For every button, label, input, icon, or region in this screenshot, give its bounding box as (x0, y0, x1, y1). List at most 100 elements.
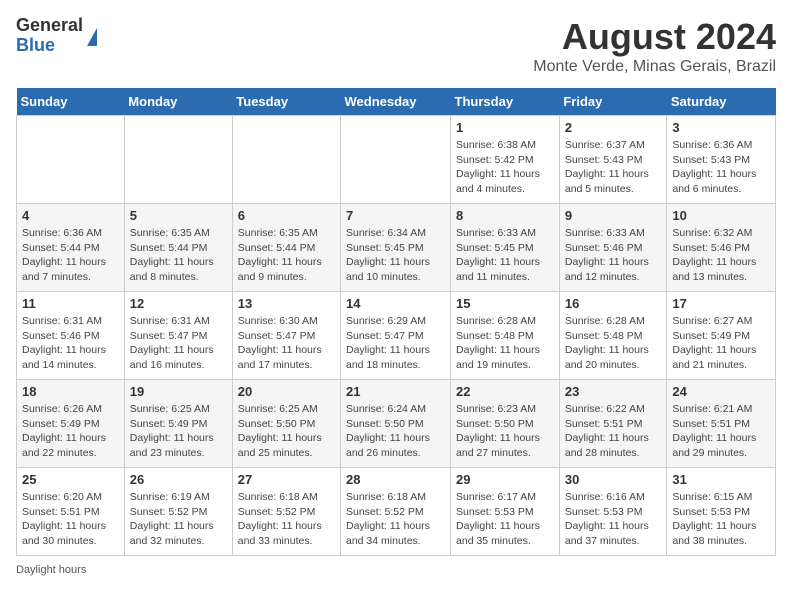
page-header: General Blue August 2024 Monte Verde, Mi… (16, 16, 776, 76)
day-number: 8 (456, 208, 554, 223)
day-number: 7 (346, 208, 445, 223)
day-number: 23 (565, 384, 662, 399)
month-title: August 2024 (533, 16, 776, 58)
calendar-cell: 7 Sunrise: 6:34 AM Sunset: 5:45 PM Daylig… (341, 204, 451, 292)
title-section: August 2024 Monte Verde, Minas Gerais, B… (533, 16, 776, 76)
day-info: Sunrise: 6:19 AM Sunset: 5:52 PM Dayligh… (130, 490, 227, 549)
day-info: Sunrise: 6:34 AM Sunset: 5:45 PM Dayligh… (346, 226, 445, 285)
day-info: Sunrise: 6:30 AM Sunset: 5:47 PM Dayligh… (238, 314, 335, 373)
calendar-cell: 24 Sunrise: 6:21 AM Sunset: 5:51 PM Dayli… (667, 380, 776, 468)
logo-text: General Blue (16, 16, 83, 56)
calendar-cell: 5 Sunrise: 6:35 AM Sunset: 5:44 PM Daylig… (124, 204, 232, 292)
day-number: 1 (456, 120, 554, 135)
day-info: Sunrise: 6:37 AM Sunset: 5:43 PM Dayligh… (565, 138, 662, 197)
calendar-week-1: 1Sunrise: 6:38 AM Sunset: 5:42 PM Daylig… (17, 116, 776, 204)
calendar-cell: 1Sunrise: 6:38 AM Sunset: 5:42 PM Daylig… (451, 116, 560, 204)
calendar-cell: 4 Sunrise: 6:36 AM Sunset: 5:44 PM Daylig… (17, 204, 125, 292)
calendar-week-2: 4 Sunrise: 6:36 AM Sunset: 5:44 PM Daylig… (17, 204, 776, 292)
day-number: 5 (130, 208, 227, 223)
day-number: 16 (565, 296, 662, 311)
calendar-cell: 2 Sunrise: 6:37 AM Sunset: 5:43 PM Daylig… (559, 116, 667, 204)
calendar-cell: 6 Sunrise: 6:35 AM Sunset: 5:44 PM Daylig… (232, 204, 340, 292)
day-info: Sunrise: 6:25 AM Sunset: 5:49 PM Dayligh… (130, 402, 227, 461)
header-row: SundayMondayTuesdayWednesdayThursdayFrid… (17, 88, 776, 116)
day-number: 27 (238, 472, 335, 487)
day-info: Sunrise: 6:31 AM Sunset: 5:46 PM Dayligh… (22, 314, 119, 373)
day-number: 11 (22, 296, 119, 311)
day-info: Sunrise: 6:22 AM Sunset: 5:51 PM Dayligh… (565, 402, 662, 461)
day-number: 19 (130, 384, 227, 399)
calendar-cell (341, 116, 451, 204)
calendar-week-5: 25 Sunrise: 6:20 AM Sunset: 5:51 PM Dayli… (17, 468, 776, 556)
calendar-table: SundayMondayTuesdayWednesdayThursdayFrid… (16, 88, 776, 556)
calendar-cell: 20 Sunrise: 6:25 AM Sunset: 5:50 PM Dayli… (232, 380, 340, 468)
day-info: Sunrise: 6:32 AM Sunset: 5:46 PM Dayligh… (672, 226, 770, 285)
calendar-cell: 25 Sunrise: 6:20 AM Sunset: 5:51 PM Dayli… (17, 468, 125, 556)
calendar-week-4: 18Sunrise: 6:26 AM Sunset: 5:49 PM Dayli… (17, 380, 776, 468)
calendar-cell: 19 Sunrise: 6:25 AM Sunset: 5:49 PM Dayli… (124, 380, 232, 468)
day-info: Sunrise: 6:31 AM Sunset: 5:47 PM Dayligh… (130, 314, 227, 373)
day-info: Sunrise: 6:17 AM Sunset: 5:53 PM Dayligh… (456, 490, 554, 549)
day-info: Sunrise: 6:33 AM Sunset: 5:46 PM Dayligh… (565, 226, 662, 285)
day-info: Sunrise: 6:18 AM Sunset: 5:52 PM Dayligh… (346, 490, 445, 549)
day-number: 13 (238, 296, 335, 311)
header-tuesday: Tuesday (232, 88, 340, 116)
day-info: Sunrise: 6:28 AM Sunset: 5:48 PM Dayligh… (565, 314, 662, 373)
calendar-cell: 15 Sunrise: 6:28 AM Sunset: 5:48 PM Dayli… (451, 292, 560, 380)
day-info: Sunrise: 6:35 AM Sunset: 5:44 PM Dayligh… (130, 226, 227, 285)
day-number: 3 (672, 120, 770, 135)
day-info: Sunrise: 6:36 AM Sunset: 5:44 PM Dayligh… (22, 226, 119, 285)
day-info: Sunrise: 6:27 AM Sunset: 5:49 PM Dayligh… (672, 314, 770, 373)
day-info: Sunrise: 6:18 AM Sunset: 5:52 PM Dayligh… (238, 490, 335, 549)
calendar-cell: 14Sunrise: 6:29 AM Sunset: 5:47 PM Dayli… (341, 292, 451, 380)
calendar-cell: 22Sunrise: 6:23 AM Sunset: 5:50 PM Dayli… (451, 380, 560, 468)
day-number: 2 (565, 120, 662, 135)
day-number: 4 (22, 208, 119, 223)
logo-blue: Blue (16, 36, 83, 56)
header-wednesday: Wednesday (341, 88, 451, 116)
day-info: Sunrise: 6:28 AM Sunset: 5:48 PM Dayligh… (456, 314, 554, 373)
calendar-cell: 17Sunrise: 6:27 AM Sunset: 5:49 PM Dayli… (667, 292, 776, 380)
day-number: 9 (565, 208, 662, 223)
day-info: Sunrise: 6:24 AM Sunset: 5:50 PM Dayligh… (346, 402, 445, 461)
calendar-cell (232, 116, 340, 204)
header-sunday: Sunday (17, 88, 125, 116)
day-number: 25 (22, 472, 119, 487)
calendar-cell (124, 116, 232, 204)
calendar-cell: 11 Sunrise: 6:31 AM Sunset: 5:46 PM Dayli… (17, 292, 125, 380)
calendar-cell: 10 Sunrise: 6:32 AM Sunset: 5:46 PM Dayli… (667, 204, 776, 292)
header-friday: Friday (559, 88, 667, 116)
location-title: Monte Verde, Minas Gerais, Brazil (533, 58, 776, 76)
day-number: 24 (672, 384, 770, 399)
logo-general: General (16, 16, 83, 36)
day-number: 28 (346, 472, 445, 487)
calendar-cell: 30Sunrise: 6:16 AM Sunset: 5:53 PM Dayli… (559, 468, 667, 556)
day-info: Sunrise: 6:20 AM Sunset: 5:51 PM Dayligh… (22, 490, 119, 549)
calendar-cell: 23 Sunrise: 6:22 AM Sunset: 5:51 PM Dayli… (559, 380, 667, 468)
header-thursday: Thursday (451, 88, 560, 116)
day-info: Sunrise: 6:33 AM Sunset: 5:45 PM Dayligh… (456, 226, 554, 285)
calendar-cell: 31Sunrise: 6:15 AM Sunset: 5:53 PM Dayli… (667, 468, 776, 556)
day-info: Sunrise: 6:25 AM Sunset: 5:50 PM Dayligh… (238, 402, 335, 461)
day-number: 6 (238, 208, 335, 223)
calendar-cell: 12Sunrise: 6:31 AM Sunset: 5:47 PM Dayli… (124, 292, 232, 380)
calendar-week-3: 11 Sunrise: 6:31 AM Sunset: 5:46 PM Dayli… (17, 292, 776, 380)
header-monday: Monday (124, 88, 232, 116)
day-number: 26 (130, 472, 227, 487)
calendar-cell: 21 Sunrise: 6:24 AM Sunset: 5:50 PM Dayli… (341, 380, 451, 468)
day-number: 15 (456, 296, 554, 311)
day-number: 21 (346, 384, 445, 399)
day-number: 10 (672, 208, 770, 223)
day-info: Sunrise: 6:35 AM Sunset: 5:44 PM Dayligh… (238, 226, 335, 285)
calendar-cell: 16 Sunrise: 6:28 AM Sunset: 5:48 PM Dayli… (559, 292, 667, 380)
day-info: Sunrise: 6:21 AM Sunset: 5:51 PM Dayligh… (672, 402, 770, 461)
calendar-cell: 27 Sunrise: 6:18 AM Sunset: 5:52 PM Dayli… (232, 468, 340, 556)
day-number: 20 (238, 384, 335, 399)
day-number: 22 (456, 384, 554, 399)
calendar-cell: 3Sunrise: 6:36 AM Sunset: 5:43 PM Daylig… (667, 116, 776, 204)
day-number: 31 (672, 472, 770, 487)
calendar-cell: 13 Sunrise: 6:30 AM Sunset: 5:47 PM Dayli… (232, 292, 340, 380)
day-info: Sunrise: 6:26 AM Sunset: 5:49 PM Dayligh… (22, 402, 119, 461)
day-number: 29 (456, 472, 554, 487)
day-info: Sunrise: 6:16 AM Sunset: 5:53 PM Dayligh… (565, 490, 662, 549)
